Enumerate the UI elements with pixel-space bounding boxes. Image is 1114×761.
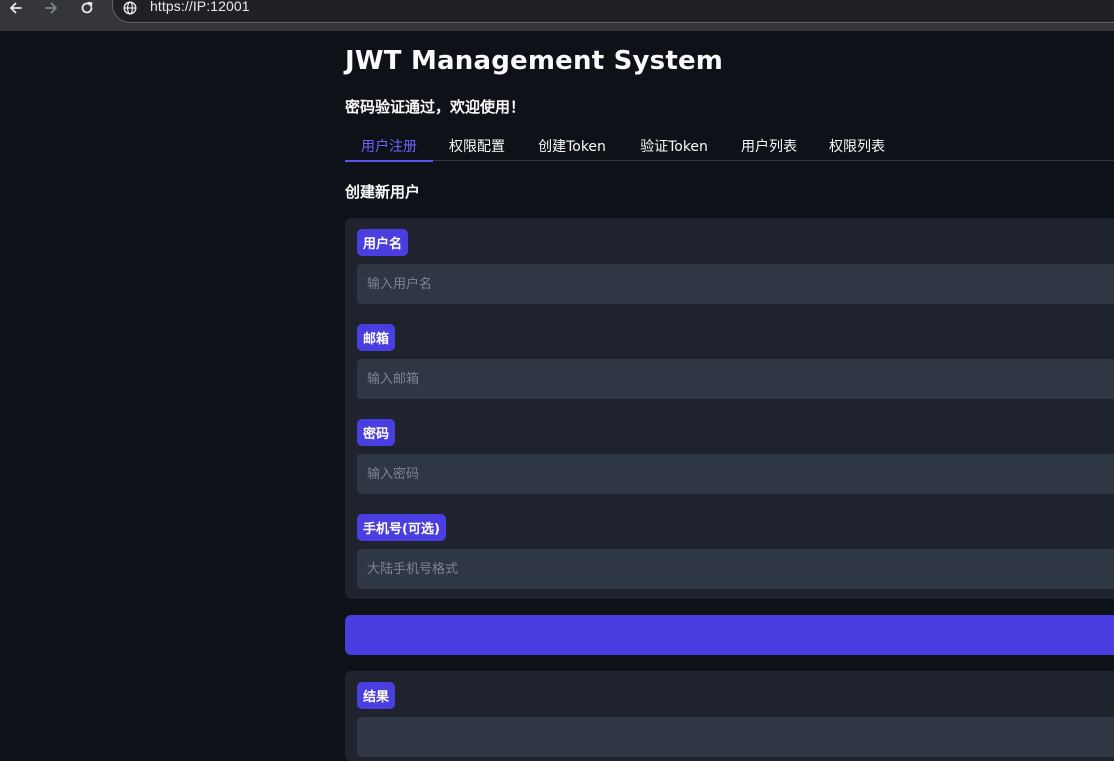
globe-icon[interactable] [122, 0, 138, 15]
reload-button[interactable] [77, 0, 97, 16]
page-content: JWT Management System 密码验证通过，欢迎使用！ 用户注册 … [0, 31, 1114, 761]
reload-icon [81, 1, 93, 14]
password-input[interactable] [357, 454, 1114, 494]
phone-label: 手机号(可选) [357, 514, 446, 541]
result-panel: 结果 [345, 671, 1114, 761]
page-title: JWT Management System [345, 46, 724, 76]
username-input[interactable] [357, 264, 1114, 304]
register-form: 用户名 邮箱 密码 手机号(可选) [345, 218, 1114, 599]
result-label: 结果 [357, 682, 396, 709]
phone-input[interactable] [357, 549, 1114, 589]
browser-toolbar: https://IP:12001 [0, 0, 1114, 31]
create-user-button[interactable] [345, 615, 1114, 655]
tab-create-token[interactable]: 创建Token [529, 130, 615, 161]
status-message: 密码验证通过，欢迎使用！ [345, 98, 526, 116]
tab-permission-list[interactable]: 权限列表 [821, 130, 893, 161]
address-bar[interactable] [112, 0, 1114, 23]
tab-bar: 用户注册 权限配置 创建Token 验证Token 用户列表 权限列表 [345, 130, 1114, 162]
tab-user-list[interactable]: 用户列表 [733, 130, 805, 161]
section-title: 创建新用户 [345, 183, 421, 201]
result-output[interactable] [357, 717, 1114, 757]
back-button[interactable] [6, 0, 26, 16]
tab-permission-config[interactable]: 权限配置 [441, 130, 513, 161]
tab-verify-token[interactable]: 验证Token [631, 130, 717, 161]
arrow-right-icon [45, 2, 57, 14]
email-label: 邮箱 [357, 324, 396, 351]
arrow-left-icon [10, 2, 22, 14]
email-input[interactable] [357, 359, 1114, 399]
forward-button[interactable] [41, 0, 61, 16]
username-label: 用户名 [357, 229, 409, 256]
password-label: 密码 [357, 419, 396, 446]
url-text[interactable]: https://IP:12001 [150, 0, 250, 14]
tab-user-register[interactable]: 用户注册 [345, 130, 433, 162]
